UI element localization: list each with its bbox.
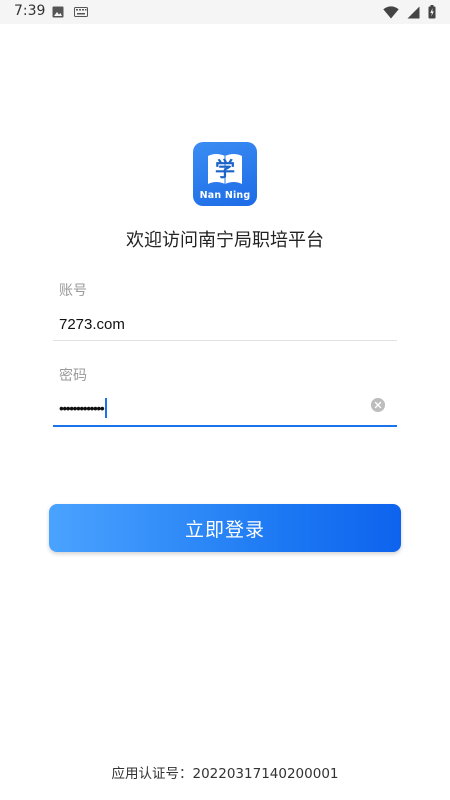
battery-icon (428, 5, 436, 19)
password-input[interactable]: ••••••••••••• (59, 398, 108, 418)
wifi-icon (383, 5, 399, 18)
password-masked-text: ••••••••••••• (59, 400, 105, 416)
certification-number: 应用认证号：20220317140200001 (111, 766, 339, 782)
text-caret (105, 398, 108, 418)
password-underline (53, 425, 397, 427)
logo-glyph: 学 (215, 157, 235, 181)
status-right-icons (383, 5, 436, 19)
password-label: 密码 (59, 368, 87, 384)
clear-icon[interactable] (371, 398, 385, 412)
image-icon (52, 6, 64, 18)
keyboard-icon (74, 7, 88, 17)
account-underline (53, 340, 397, 341)
account-label: 账号 (59, 283, 87, 299)
status-bar: 7:39 (0, 0, 450, 24)
account-input[interactable]: 7273.com (59, 316, 125, 333)
status-left-icons (52, 6, 88, 18)
app-logo: 学 Nan Ning (193, 142, 257, 206)
login-button[interactable]: 立即登录 (49, 504, 401, 552)
welcome-title: 欢迎访问南宁局职培平台 (126, 230, 324, 251)
status-time: 7:39 (14, 3, 46, 19)
logo-text: Nan Ning (199, 190, 251, 201)
book-logo-icon: 学 (208, 154, 242, 184)
signal-icon (407, 6, 420, 18)
